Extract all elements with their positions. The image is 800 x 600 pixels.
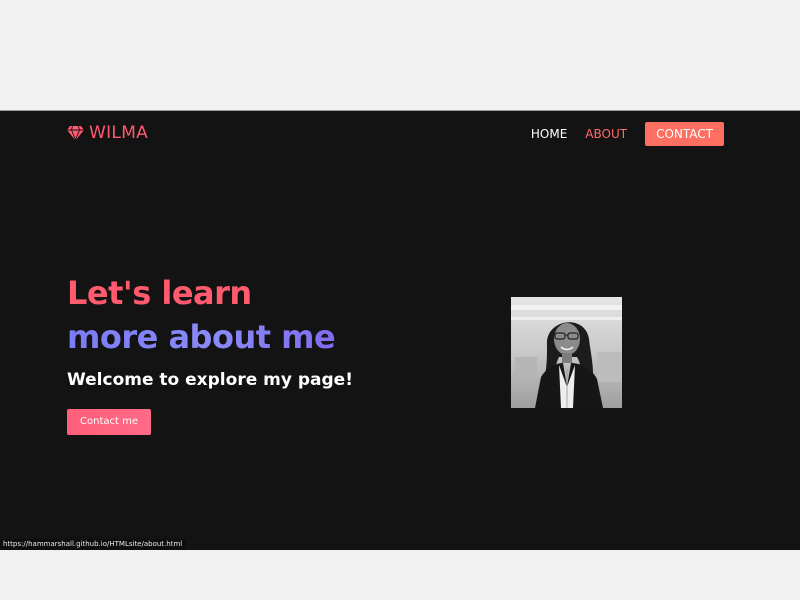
brand-logo-link[interactable]: WILMA — [67, 123, 148, 143]
hero-heading-line1: Let's learn — [67, 274, 252, 312]
hero-heading-line2: more about me — [67, 318, 336, 356]
top-navbar: WILMA HOME ABOUT CONTACT — [0, 111, 800, 157]
portrait-illustration — [511, 297, 622, 408]
nav-contact-button[interactable]: CONTACT — [645, 122, 724, 146]
nav-link-about[interactable]: ABOUT — [585, 127, 627, 141]
portrait-image — [511, 297, 622, 408]
brand-name: WILMA — [89, 123, 149, 143]
page-viewport: WILMA HOME ABOUT CONTACT Let's learn mor… — [0, 111, 800, 550]
nav-link-home[interactable]: HOME — [531, 127, 567, 141]
diamond-icon — [67, 125, 84, 141]
nav-links: HOME ABOUT CONTACT — [531, 122, 724, 146]
hero-subtitle: Welcome to explore my page! — [67, 370, 353, 390]
status-bar-url: https://hammarshall.github.io/HTMLsite/a… — [0, 539, 187, 550]
contact-me-button[interactable]: Contact me — [67, 409, 151, 435]
